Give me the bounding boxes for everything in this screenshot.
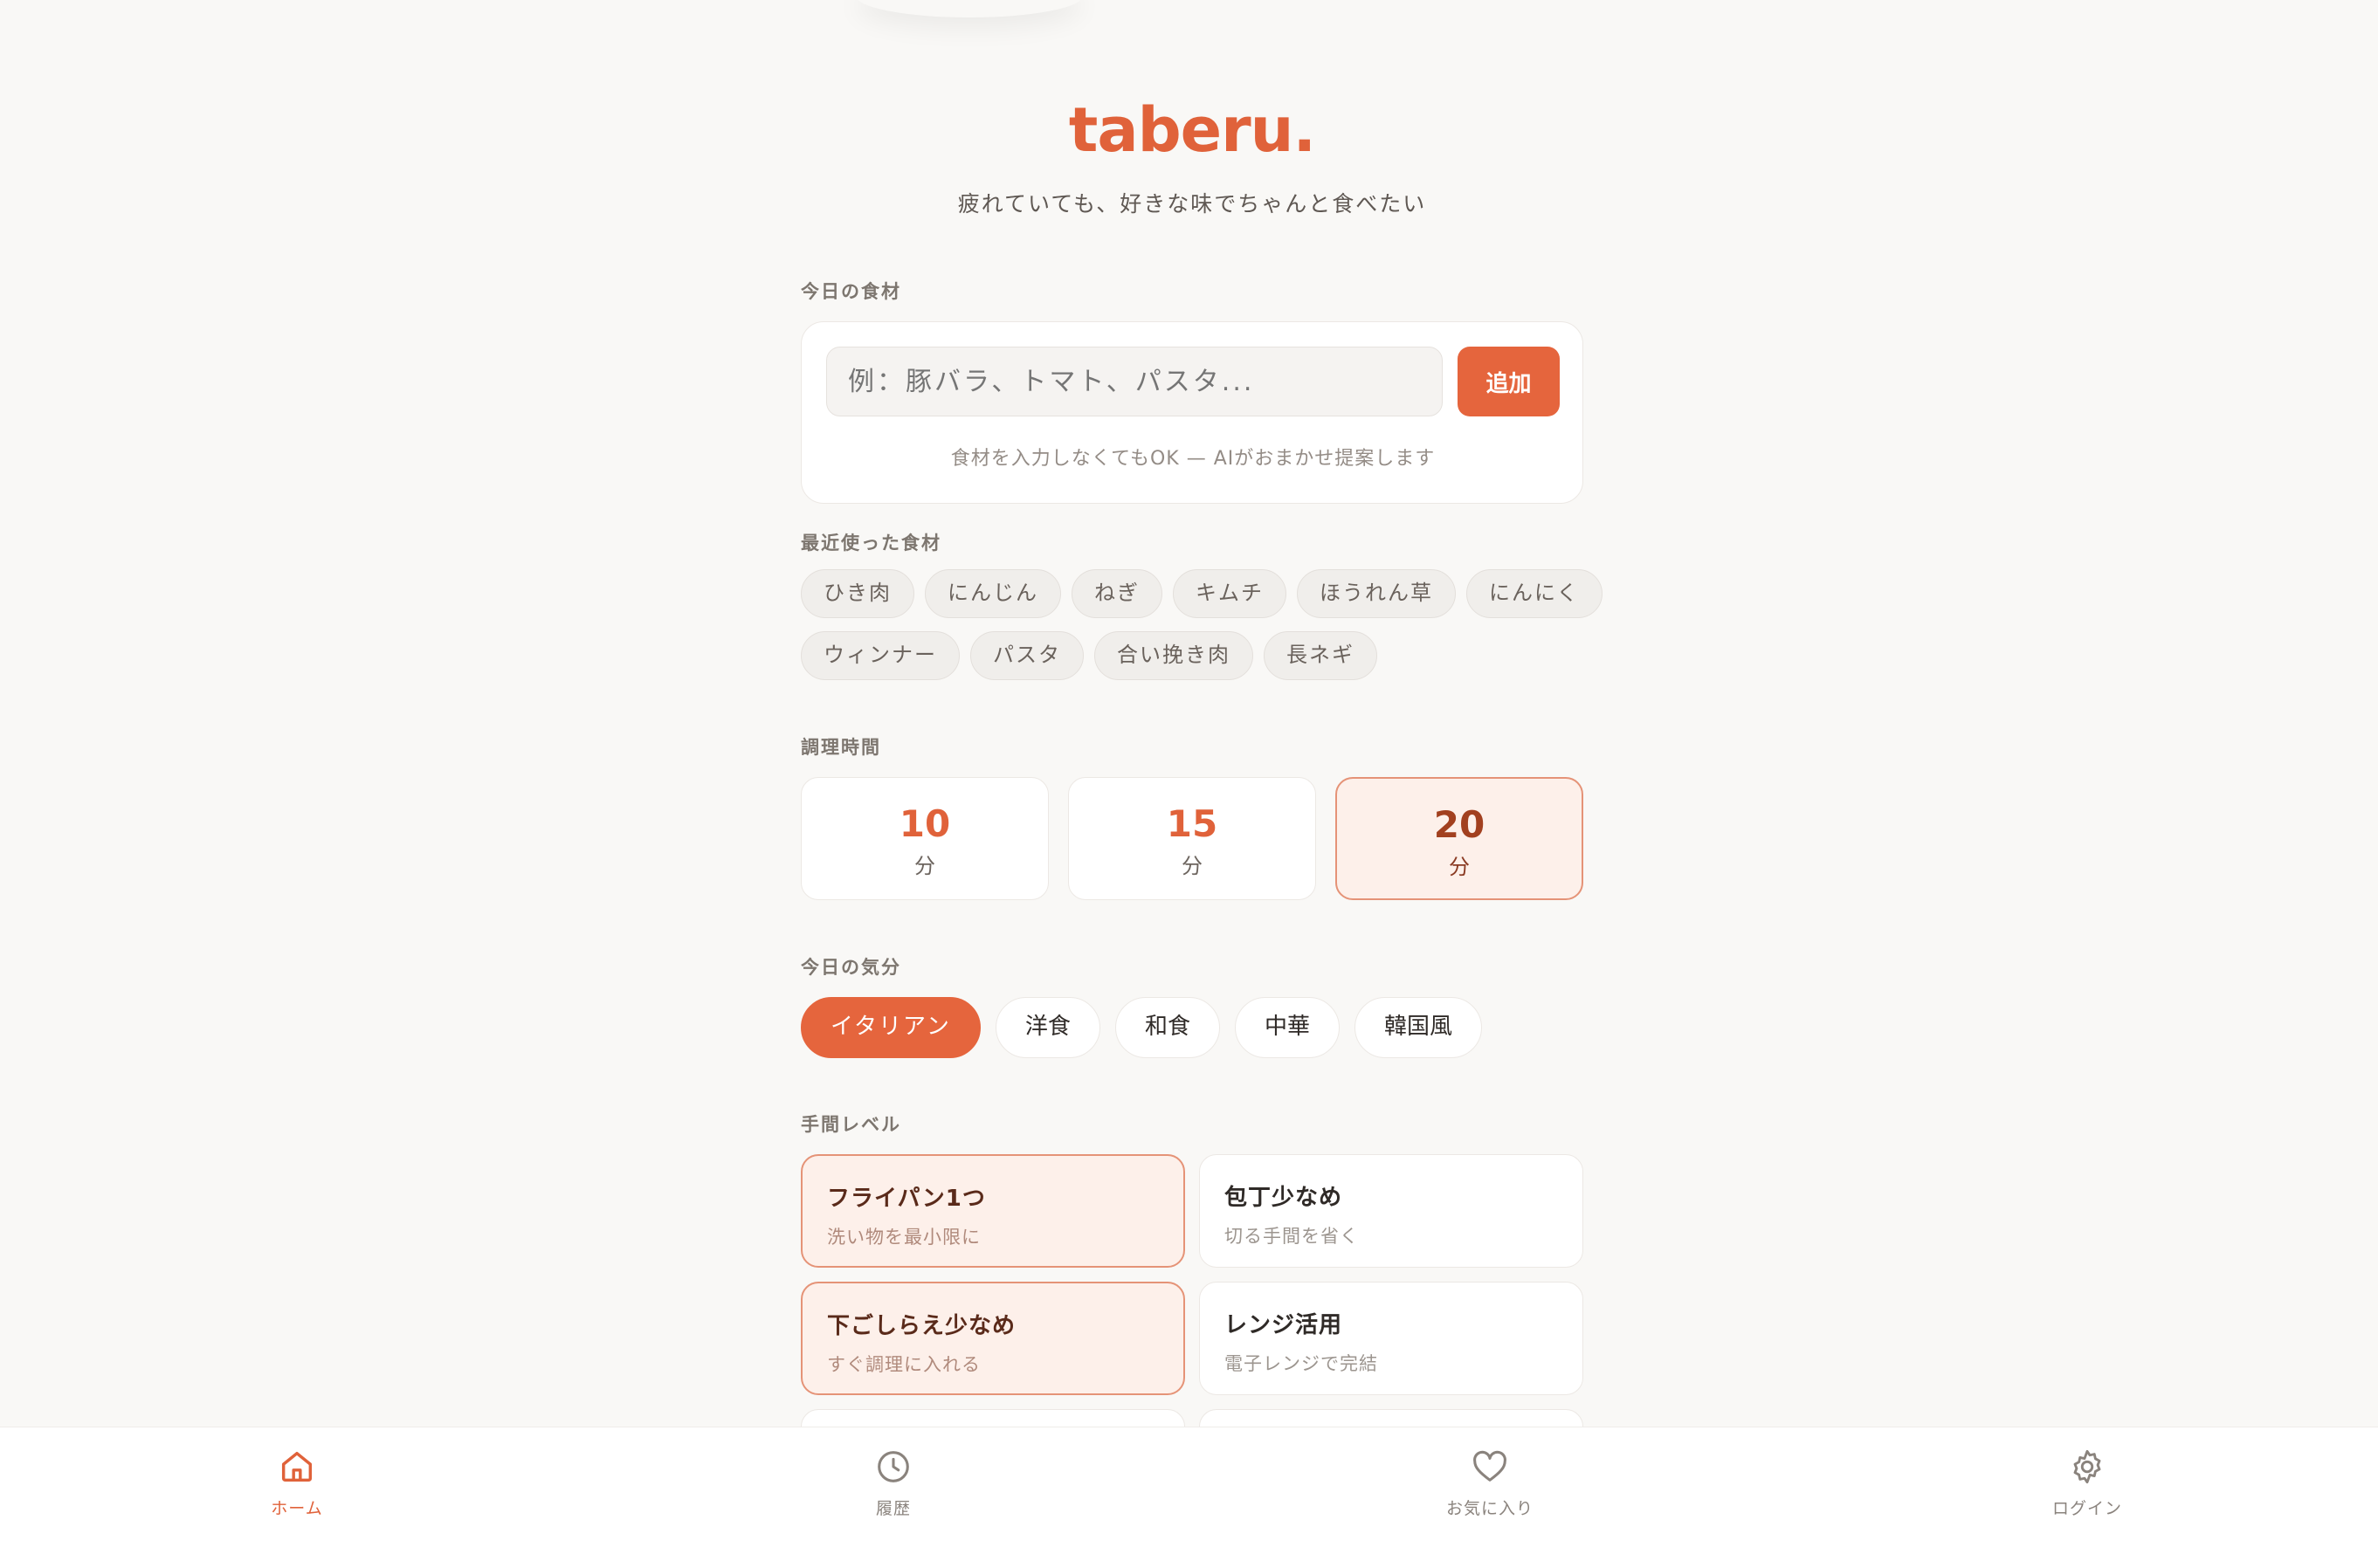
effort-option-one-pan[interactable]: フライパン1つ 洗い物を最小限に xyxy=(801,1154,1185,1268)
effort-option-microwave[interactable]: レンジ活用 電子レンジで完結 xyxy=(1199,1282,1583,1395)
effort-option-less-knife[interactable]: 包丁少なめ 切る手間を省く xyxy=(1199,1154,1583,1268)
effort-section-label: 手間レベル xyxy=(801,1114,901,1135)
effort-desc: 電子レンジで完結 xyxy=(1224,1353,1378,1374)
time-value: 10 xyxy=(899,802,951,845)
home-icon xyxy=(281,1451,313,1482)
time-unit: 分 xyxy=(1182,854,1203,878)
recent-chip[interactable]: 合い挽き肉 xyxy=(1094,631,1253,680)
recent-chip[interactable]: ウィンナー xyxy=(801,631,960,680)
time-option-20[interactable]: 20 分 xyxy=(1335,777,1583,900)
recent-chip[interactable]: ねぎ xyxy=(1072,569,1162,618)
recent-chip[interactable]: にんじん xyxy=(925,569,1061,618)
nav-item-history[interactable]: 履歴 xyxy=(806,1447,981,1519)
clock-icon xyxy=(878,1451,909,1482)
time-unit: 分 xyxy=(914,854,935,878)
nav-label-login: ログイン xyxy=(2051,1499,2122,1518)
mood-section-label: 今日の気分 xyxy=(801,957,901,978)
effort-title: フライパン1つ xyxy=(827,1186,986,1212)
time-value: 15 xyxy=(1166,802,1218,845)
effort-desc: すぐ調理に入れる xyxy=(827,1354,981,1375)
input-hint: 食材を入力しなくてもOK — AIがおまかせ提案します xyxy=(950,448,1436,470)
mood-option-western[interactable]: 洋食 xyxy=(995,997,1100,1058)
ingredient-input[interactable] xyxy=(826,347,1443,416)
time-section-label: 調理時間 xyxy=(801,737,881,758)
time-unit: 分 xyxy=(1449,855,1470,879)
time-option-10[interactable]: 10 分 xyxy=(801,777,1049,900)
recent-chips-row-1: ひき肉 にんじん ねぎ キムチ ほうれん草 にんにく xyxy=(801,569,1603,618)
mood-option-japanese[interactable]: 和食 xyxy=(1114,997,1220,1058)
effort-desc: 洗い物を最小限に xyxy=(827,1227,981,1248)
effort-desc: 切る手間を省く xyxy=(1224,1226,1359,1247)
recent-chip[interactable]: パスタ xyxy=(970,631,1084,680)
recent-chips-row-2: ウィンナー パスタ 合い挽き肉 長ネギ xyxy=(801,631,1377,680)
effort-title: 包丁少なめ xyxy=(1224,1185,1343,1211)
bottom-navigation: ホーム 履歴 お気に入り ログイン xyxy=(0,1427,2378,1568)
recent-chip[interactable]: にんにく xyxy=(1466,569,1603,618)
app-logo: taberu. xyxy=(1068,94,1316,166)
recent-chip[interactable]: 長ネギ xyxy=(1264,631,1377,680)
nav-item-login[interactable]: ログイン xyxy=(2000,1447,2175,1519)
ingredients-section-label: 今日の食材 xyxy=(801,281,901,302)
mood-options: イタリアン 洋食 和食 中華 韓国風 xyxy=(801,997,1482,1058)
ingredient-card: 追加 食材を入力しなくてもOK — AIがおまかせ提案します xyxy=(801,321,1583,504)
nav-item-home[interactable]: ホーム xyxy=(210,1447,384,1519)
recent-chip[interactable]: ほうれん草 xyxy=(1297,569,1456,618)
heart-icon xyxy=(1473,1450,1506,1482)
add-button[interactable]: 追加 xyxy=(1458,347,1560,416)
effort-title: レンジ活用 xyxy=(1224,1312,1343,1338)
top-shadow-decoration xyxy=(856,0,1083,17)
nav-label-home: ホーム xyxy=(271,1499,323,1518)
nav-label-history: 履歴 xyxy=(875,1499,911,1518)
effort-option-less-prep[interactable]: 下ごしらえ少なめ すぐ調理に入れる xyxy=(801,1282,1185,1395)
mood-option-italian[interactable]: イタリアン xyxy=(801,997,981,1058)
recent-chip[interactable]: ひき肉 xyxy=(801,569,914,618)
gear-icon xyxy=(2073,1449,2101,1484)
mood-option-chinese[interactable]: 中華 xyxy=(1234,997,1340,1058)
nav-label-favorites: お気に入り xyxy=(1445,1499,1534,1518)
effort-title: 下ごしらえ少なめ xyxy=(827,1313,1017,1339)
time-value: 20 xyxy=(1433,803,1485,846)
recent-chip[interactable]: キムチ xyxy=(1173,569,1286,618)
mood-option-korean[interactable]: 韓国風 xyxy=(1354,997,1482,1058)
tagline: 疲れていても、好きな味でちゃんと食べたい xyxy=(957,191,1427,217)
nav-item-favorites[interactable]: お気に入り xyxy=(1403,1447,1577,1519)
recent-section-label: 最近使った食材 xyxy=(801,533,941,554)
time-option-15[interactable]: 15 分 xyxy=(1068,777,1316,900)
